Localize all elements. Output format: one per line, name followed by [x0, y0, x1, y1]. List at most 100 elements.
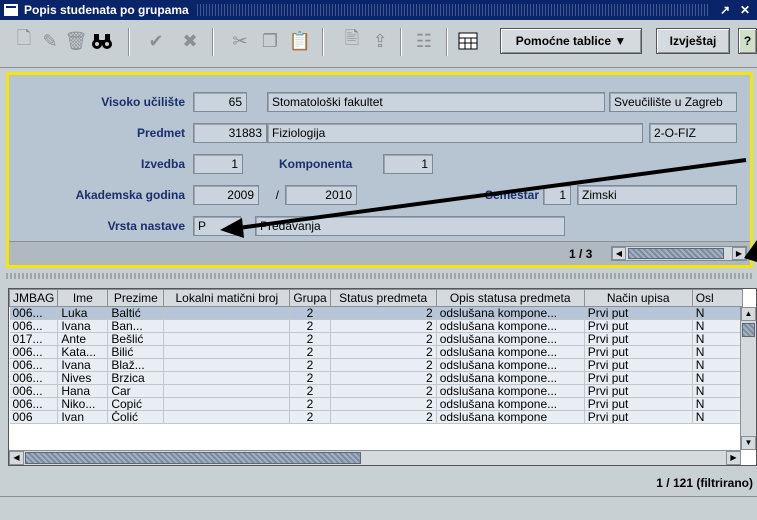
scroll-left-icon[interactable]: ◀ [612, 247, 626, 260]
scroll-down-icon[interactable]: ▼ [741, 436, 756, 450]
scroll-right-icon[interactable]: ▶ [726, 451, 741, 465]
cut-icon[interactable]: ✂ [228, 29, 252, 53]
table-view-icon[interactable] [456, 29, 480, 53]
table-cell[interactable]: Prvi put [584, 332, 693, 346]
table-cell[interactable]: Prvi put [584, 384, 693, 398]
scroll-thumb[interactable] [742, 323, 755, 337]
delete-icon[interactable]: 🗑 [64, 29, 88, 53]
search-binoculars-icon[interactable] [90, 29, 114, 53]
paste-icon[interactable]: 📋 [288, 29, 312, 53]
table-cell[interactable] [163, 332, 291, 346]
table-row[interactable]: 017... Ante Bešlić 2 2 odslušana kompone... Pr… [9, 332, 743, 346]
confirm-check-icon[interactable]: ✔ [144, 29, 168, 53]
table-cell[interactable]: Prvi put [584, 319, 693, 333]
scroll-up-icon[interactable]: ▲ [741, 307, 756, 321]
table-cell[interactable] [163, 410, 291, 424]
table-cell[interactable] [163, 397, 291, 411]
table-cell[interactable]: 2 [289, 358, 331, 372]
table-row[interactable]: 006 Ivan Čolić 2 2 odslušana kompone Prvi put N [9, 410, 743, 424]
table-cell[interactable]: N [692, 345, 743, 359]
table-cell[interactable]: Ante [57, 332, 109, 346]
copy-icon[interactable]: ❐ [258, 29, 282, 53]
table-cell[interactable]: 2 [330, 397, 437, 411]
table-cell[interactable]: odslušana kompone... [436, 384, 585, 398]
table-cell[interactable]: N [692, 384, 743, 398]
table-cell[interactable]: Brzica [107, 371, 165, 385]
semestar-name-field[interactable]: Zimski [577, 185, 737, 205]
record-navigator-scrollbar[interactable]: ◀ ▶ [611, 246, 747, 261]
table-cell[interactable]: Ivana [57, 358, 109, 372]
column-header[interactable]: JMBAG [9, 289, 59, 307]
table-cell[interactable]: Baltić [107, 306, 165, 320]
table-cell[interactable]: 006... [9, 384, 59, 398]
table-cell[interactable]: Prvi put [584, 345, 693, 359]
table-cell[interactable] [163, 306, 291, 320]
table-cell[interactable]: 2 [330, 410, 437, 424]
table-cell[interactable]: Ivana [57, 319, 109, 333]
table-cell[interactable]: Ivan [57, 410, 109, 424]
predmet-code-field[interactable]: 31883 [193, 123, 267, 143]
column-header[interactable]: Način upisa [583, 289, 693, 307]
table-cell[interactable]: Bešlić [107, 332, 165, 346]
table-cell[interactable]: N [692, 358, 743, 372]
visoko-uciliste-code-field[interactable]: 65 [193, 92, 247, 112]
table-cell[interactable]: N [692, 371, 743, 385]
table-cell[interactable]: Car [107, 384, 165, 398]
filter-icon[interactable]: ☷ [412, 29, 436, 53]
table-cell[interactable]: 2 [330, 371, 437, 385]
splitter-handle[interactable] [6, 273, 753, 279]
table-cell[interactable]: 2 [289, 345, 331, 359]
akademska-godina-from-field[interactable]: 2009 [193, 185, 259, 205]
table-cell[interactable]: odslušana kompone... [436, 319, 585, 333]
table-cell[interactable]: N [692, 306, 743, 320]
table-cell[interactable]: 006... [9, 345, 59, 359]
table-cell[interactable]: 2 [289, 332, 331, 346]
export-icon[interactable]: ⇪ [368, 29, 392, 53]
table-cell[interactable]: Prvi put [584, 397, 693, 411]
table-cell[interactable]: Kata... [57, 345, 109, 359]
table-cell[interactable]: 006... [9, 371, 59, 385]
table-cell[interactable]: 006... [9, 319, 59, 333]
table-cell[interactable]: 2 [289, 410, 331, 424]
table-cell[interactable] [163, 358, 291, 372]
help-icon[interactable]: ? [738, 28, 757, 54]
table-cell[interactable]: odslušana kompone... [436, 332, 585, 346]
edit-record-icon[interactable]: ✎ [38, 29, 62, 53]
pomocne-tablice-button[interactable]: Pomoćne tablice ▼ [500, 28, 642, 54]
table-cell[interactable]: Copić [107, 397, 165, 411]
table-cell[interactable]: Luka [57, 306, 109, 320]
vrsta-nastave-name-field[interactable]: Predavanja [255, 216, 565, 236]
table-cell[interactable]: 2 [289, 319, 331, 333]
table-horizontal-scrollbar[interactable]: ◀ ▶ [9, 450, 741, 465]
izvedba-field[interactable]: 1 [193, 154, 243, 174]
table-row[interactable]: 006... Ivana Blaž... 2 2 odslušana kompone...… [9, 358, 743, 372]
table-row[interactable]: 006... Luka Baltić 2 2 odslušana kompone... Pr… [9, 306, 743, 320]
table-cell[interactable]: Prvi put [584, 306, 693, 320]
table-cell[interactable]: N [692, 319, 743, 333]
table-cell[interactable]: 2 [330, 358, 437, 372]
table-cell[interactable]: 006 [9, 410, 59, 424]
table-cell[interactable]: Ban... [107, 319, 165, 333]
visoko-uciliste-name-field[interactable]: Stomatološki fakultet [267, 92, 605, 112]
table-cell[interactable]: Prvi put [584, 371, 693, 385]
table-cell[interactable]: 2 [330, 306, 437, 320]
column-header[interactable]: Prezime [107, 289, 165, 307]
table-cell[interactable] [163, 384, 291, 398]
scroll-left-icon[interactable]: ◀ [9, 451, 24, 465]
cancel-x-icon[interactable]: ✖ [178, 29, 202, 53]
predmet-name-field[interactable]: Fiziologija [267, 123, 643, 143]
scroll-thumb[interactable] [628, 248, 724, 259]
table-cell[interactable]: 2 [289, 397, 331, 411]
table-cell[interactable]: Hana [57, 384, 109, 398]
table-cell[interactable]: 2 [289, 384, 331, 398]
vrsta-nastave-code-field[interactable]: P [193, 216, 241, 236]
table-cell[interactable]: N [692, 410, 743, 424]
table-row[interactable]: 006... Hana Car 2 2 odslušana kompone... Prvi … [9, 384, 743, 398]
semestar-code-field[interactable]: 1 [543, 185, 571, 205]
university-name-field[interactable]: Sveučilište u Zagreb [609, 92, 737, 112]
table-cell[interactable]: Prvi put [584, 410, 693, 424]
predmet-short-field[interactable]: 2-O-FIZ [649, 123, 737, 143]
table-row[interactable]: 006... Nives Brzica 2 2 odslušana kompone... P… [9, 371, 743, 385]
table-cell[interactable]: N [692, 397, 743, 411]
table-cell[interactable]: 2 [330, 345, 437, 359]
